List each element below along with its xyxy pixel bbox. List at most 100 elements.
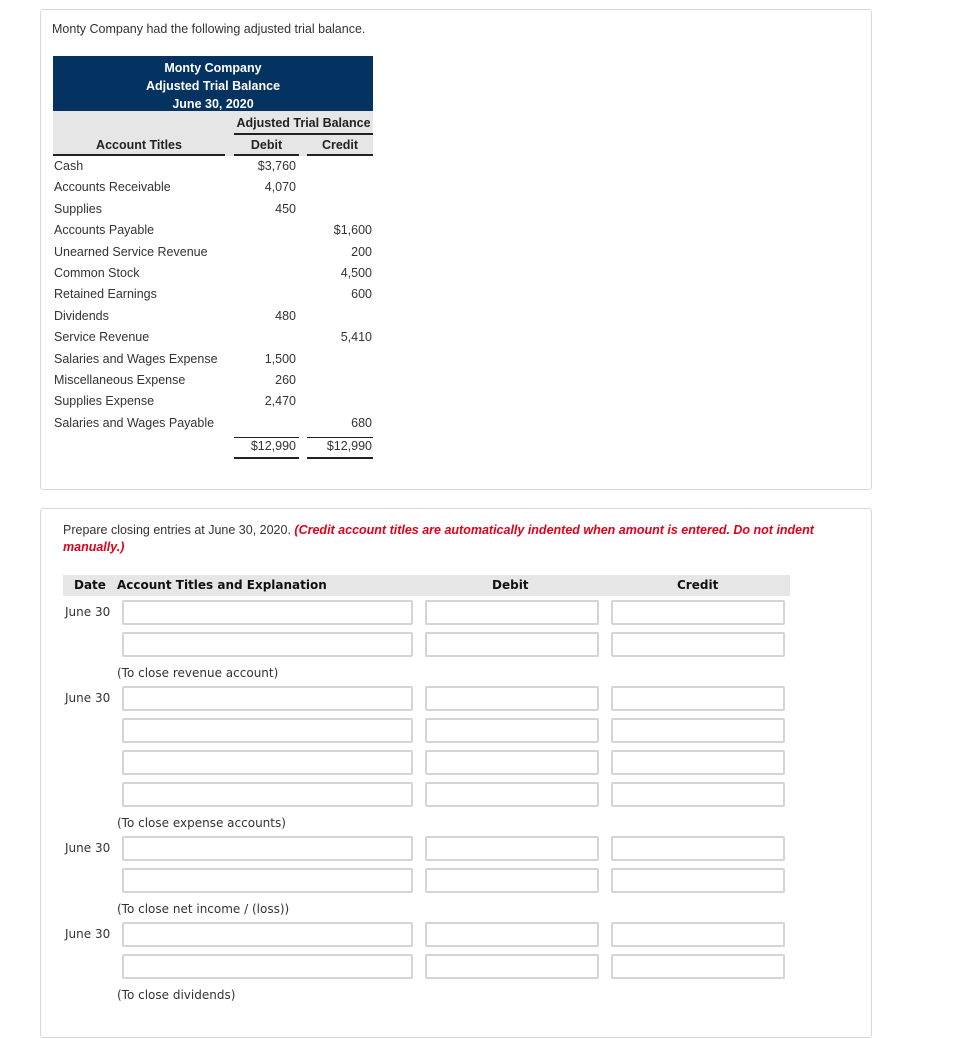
journal-line: June 30 xyxy=(41,686,841,712)
trial-balance-row: Supplies 450 xyxy=(53,199,373,220)
account-title-input[interactable] xyxy=(122,750,413,775)
account-title-input[interactable] xyxy=(122,954,413,979)
account-name: Accounts Receivable xyxy=(54,180,171,195)
debit-input[interactable] xyxy=(425,868,599,893)
credit-input[interactable] xyxy=(611,782,785,807)
trial-balance-row: Common Stock 4,500 xyxy=(53,263,373,284)
journal-line xyxy=(41,782,841,808)
entry-date: June 30 xyxy=(65,691,111,705)
trial-balance-row: Accounts Receivable 4,070 xyxy=(53,177,373,198)
trial-balance-row: Accounts Payable $1,600 xyxy=(53,220,373,241)
debit-input[interactable] xyxy=(425,750,599,775)
credit-input[interactable] xyxy=(611,954,785,979)
trial-balance-header: Monty Company Adjusted Trial Balance Jun… xyxy=(53,56,373,111)
credit-input[interactable] xyxy=(611,600,785,625)
debit-input[interactable] xyxy=(425,632,599,657)
journal-line: June 30 xyxy=(41,922,841,948)
credit-input[interactable] xyxy=(611,836,785,861)
account-name: Cash xyxy=(54,159,84,173)
total-credit: $12,990 xyxy=(307,437,373,460)
trial-balance-row: Miscellaneous Expense 260 xyxy=(53,370,373,391)
column-headers: Adjusted Trial Balance Account Titles De… xyxy=(53,111,373,156)
intro-text: Monty Company had the following adjusted… xyxy=(52,22,366,36)
trial-balance-rows: Cash $3,760 Accounts Receivable 4,070 Suppli… xyxy=(53,156,373,434)
instructions: Prepare closing entries at June 30, 2020… xyxy=(63,522,823,556)
debit-amount: 4,070 xyxy=(264,180,296,195)
entry-explanation: (To close net income / (loss)) xyxy=(117,902,290,916)
trial-balance-table: Monty Company Adjusted Trial Balance Jun… xyxy=(53,56,373,460)
account-name: Salaries and Wages Expense xyxy=(54,351,218,366)
credit-input[interactable] xyxy=(611,632,785,657)
trial-balance-row: Dividends 480 xyxy=(53,306,373,327)
debit-amount: 2,470 xyxy=(264,394,296,409)
journal-line xyxy=(41,718,841,744)
totals-row: $12,990 $12,990 xyxy=(53,434,373,460)
header-debit: Debit xyxy=(492,578,529,592)
debit-input[interactable] xyxy=(425,954,599,979)
col-credit: Credit xyxy=(321,138,359,152)
journal-line: June 30 xyxy=(41,600,841,626)
account-name: Service Revenue xyxy=(54,330,150,345)
account-title-input[interactable] xyxy=(122,718,413,743)
debit-input[interactable] xyxy=(425,600,599,625)
credit-input[interactable] xyxy=(611,718,785,743)
journal-line xyxy=(41,954,841,980)
trial-balance-panel: Monty Company had the following adjusted… xyxy=(40,9,872,490)
entry-explanation: (To close revenue account) xyxy=(117,666,279,680)
credit-amount: $1,600 xyxy=(333,223,372,238)
debit-input[interactable] xyxy=(425,718,599,743)
header-account: Account Titles and Explanation xyxy=(117,578,327,592)
account-name: Miscellaneous Expense xyxy=(54,372,186,387)
entry-date: June 30 xyxy=(65,927,111,941)
account-title-input[interactable] xyxy=(122,686,413,711)
account-title-input[interactable] xyxy=(122,632,413,657)
journal-header: Date Account Titles and Explanation Debi… xyxy=(63,575,790,596)
group-underline xyxy=(234,133,373,135)
account-title-input[interactable] xyxy=(122,600,413,625)
credit-input[interactable] xyxy=(611,922,785,947)
debit-input[interactable] xyxy=(425,686,599,711)
account-name: Common Stock xyxy=(54,265,140,280)
col-account-titles: Account Titles xyxy=(96,138,182,152)
debit-input[interactable] xyxy=(425,782,599,807)
debit-amount: $3,760 xyxy=(257,159,296,173)
trial-balance-row: Salaries and Wages Expense 1,500 xyxy=(53,349,373,370)
account-title-input[interactable] xyxy=(122,868,413,893)
credit-input[interactable] xyxy=(611,750,785,775)
journal-line xyxy=(41,750,841,776)
debit-amount: 450 xyxy=(275,201,296,216)
account-name: Unearned Service Revenue xyxy=(54,244,208,259)
account-title-input[interactable] xyxy=(122,836,413,861)
account-name: Retained Earnings xyxy=(54,287,157,302)
debit-amount: 260 xyxy=(275,372,296,387)
credit-amount: 600 xyxy=(351,287,372,302)
credit-input[interactable] xyxy=(611,868,785,893)
col-debit: Debit xyxy=(250,138,283,152)
account-title-input[interactable] xyxy=(122,782,413,807)
account-name: Supplies xyxy=(54,201,102,216)
debit-input[interactable] xyxy=(425,836,599,861)
account-name: Dividends xyxy=(54,308,109,323)
total-debit: $12,990 xyxy=(234,437,299,460)
credit-amount: 200 xyxy=(351,244,372,259)
header-date: Date xyxy=(74,578,106,592)
trial-balance-row: Service Revenue 5,410 xyxy=(53,327,373,348)
header-credit: Credit xyxy=(677,578,719,592)
journal-line xyxy=(41,868,841,894)
account-title-input[interactable] xyxy=(122,922,413,947)
credit-amount: 680 xyxy=(351,415,372,430)
journal-line: June 30 xyxy=(41,836,841,862)
debit-input[interactable] xyxy=(425,922,599,947)
entry-date: June 30 xyxy=(65,841,111,855)
trial-balance-row: Salaries and Wages Payable 680 xyxy=(53,413,373,434)
company-name: Monty Company xyxy=(164,61,262,75)
credit-amount: 4,500 xyxy=(340,265,372,280)
account-name: Salaries and Wages Payable xyxy=(54,415,215,430)
credit-input[interactable] xyxy=(611,686,785,711)
entry-date: June 30 xyxy=(65,605,111,619)
entry-explanation: (To close expense accounts) xyxy=(117,816,286,830)
trial-balance-row: Supplies Expense 2,470 xyxy=(53,391,373,412)
closing-entries-panel: Prepare closing entries at June 30, 2020… xyxy=(40,508,872,1038)
trial-balance-row: Retained Earnings 600 xyxy=(53,284,373,305)
journal-line xyxy=(41,632,841,658)
